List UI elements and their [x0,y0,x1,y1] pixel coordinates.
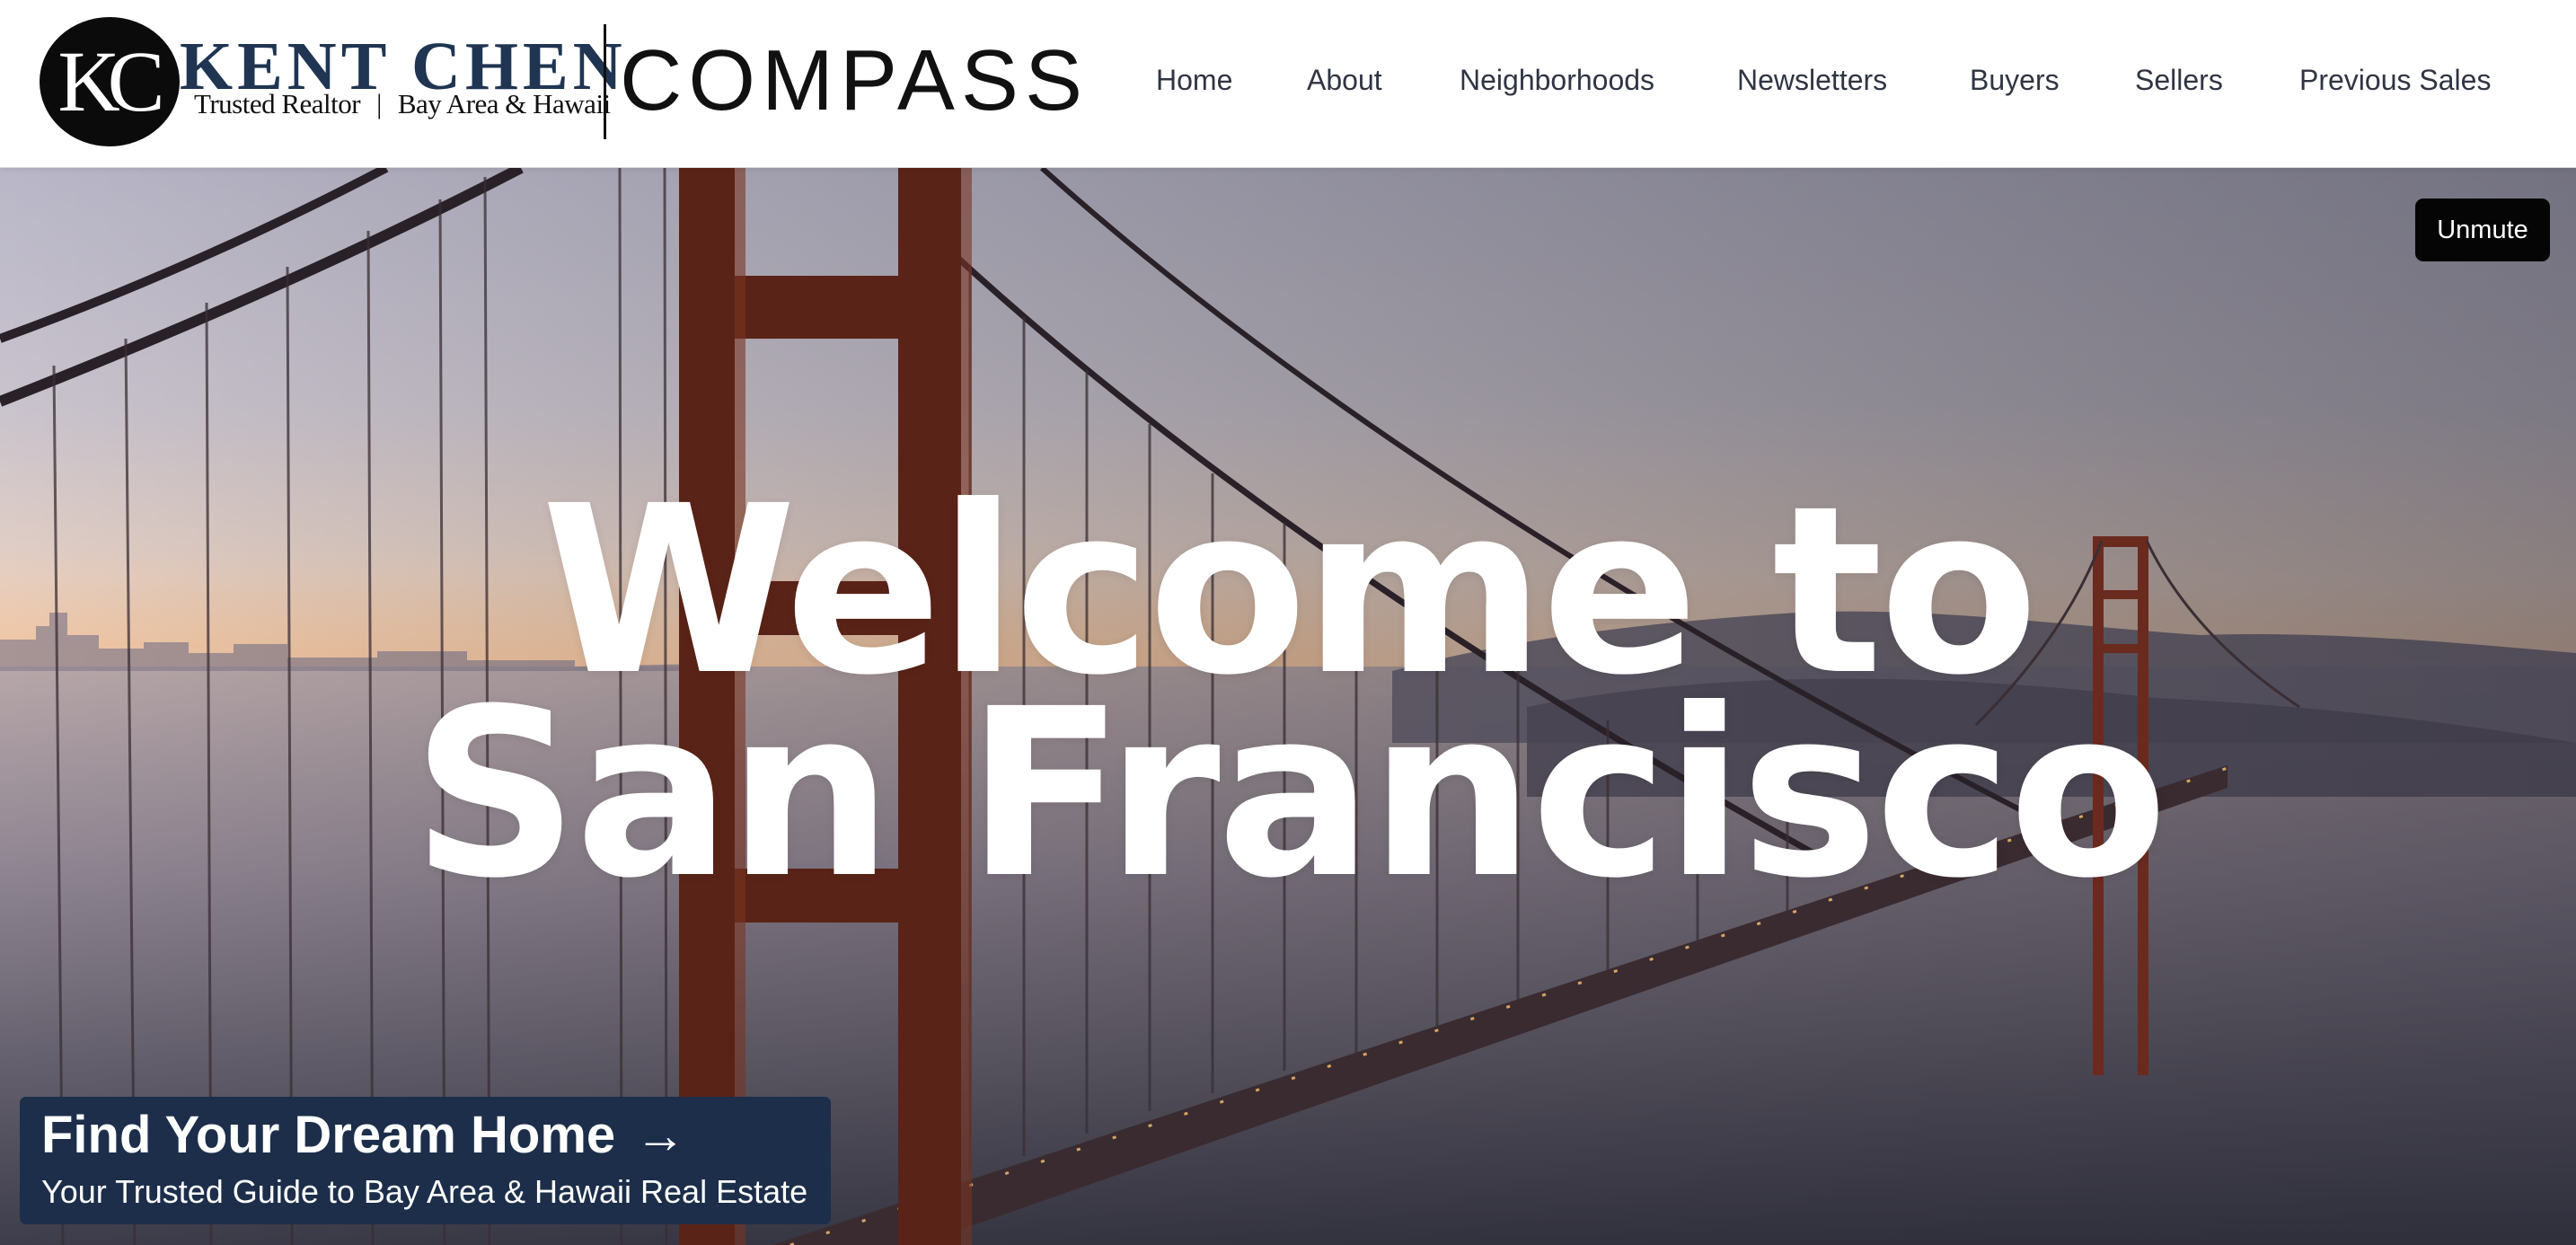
hero-title-line-2: San Francisco [411,659,2167,929]
nav-item-neighborhoods[interactable]: Neighborhoods [1460,64,1654,97]
hero-title: Welcome to San Francisco [0,475,2576,929]
nav-item-newsletters[interactable]: Newsletters [1737,64,1887,97]
main-nav: Home About Neighborhoods Newsletters Buy… [0,0,2576,168]
nav-item-about[interactable]: About [1307,64,1382,97]
find-dream-home-button[interactable]: Find Your Dream Home → Your Trusted Guid… [20,1097,831,1224]
cta-title-text: Find Your Dream Home [41,1106,616,1164]
nav-item-sellers[interactable]: Sellers [2135,64,2223,97]
nav-item-home[interactable]: Home [1156,64,1232,97]
hero-video[interactable]: Unmute Welcome to San Francisco Find You… [0,168,2576,1245]
unmute-button[interactable]: Unmute [2415,199,2550,261]
nav-item-buyers[interactable]: Buyers [1970,64,2060,97]
nav-item-previous-sales[interactable]: Previous Sales [2299,64,2491,97]
cta-subtitle: Your Trusted Guide to Bay Area & Hawaii … [41,1172,808,1210]
site-header: KC KENT CHEN Trusted Realtor | Bay Area & … [0,0,2576,168]
cta-title: Find Your Dream Home → [41,1106,831,1166]
arrow-right-icon: → [635,1107,686,1164]
